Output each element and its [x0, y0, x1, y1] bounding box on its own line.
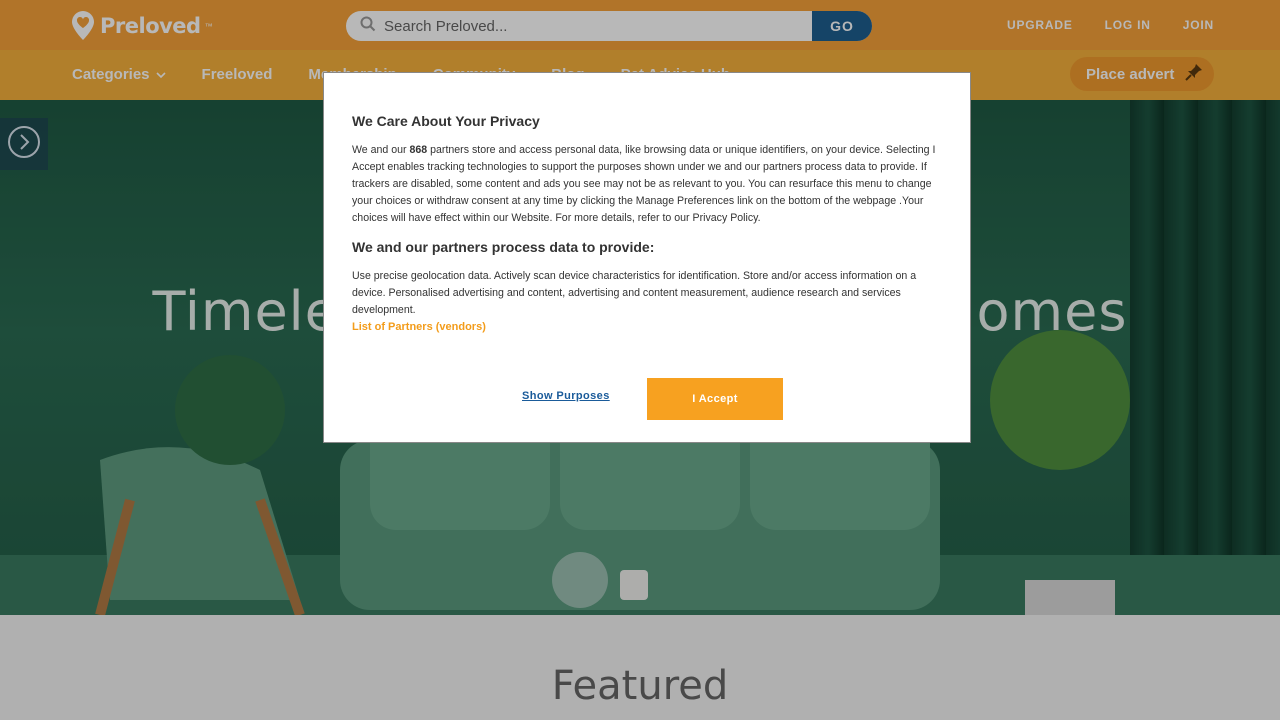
privacy-consent-dialog: We Care About Your Privacy We and our 86…	[323, 72, 971, 443]
consent-actions: Show Purposes I Accept	[324, 378, 972, 420]
consent-body: We and our 868 partners store and access…	[352, 142, 942, 227]
accept-button[interactable]: I Accept	[647, 378, 783, 420]
consent-body-rest: partners store and access personal data,…	[352, 144, 936, 224]
consent-title: We Care About Your Privacy	[352, 113, 540, 129]
consent-body-intro: We and our	[352, 144, 410, 156]
consent-subtitle: We and our partners process data to prov…	[352, 239, 655, 255]
consent-purposes: Use precise geolocation data. Actively s…	[352, 270, 917, 316]
partner-count: 868	[409, 144, 428, 156]
partners-list-link[interactable]: List of Partners (vendors)	[352, 321, 942, 333]
show-purposes-link[interactable]: Show Purposes	[522, 390, 610, 402]
